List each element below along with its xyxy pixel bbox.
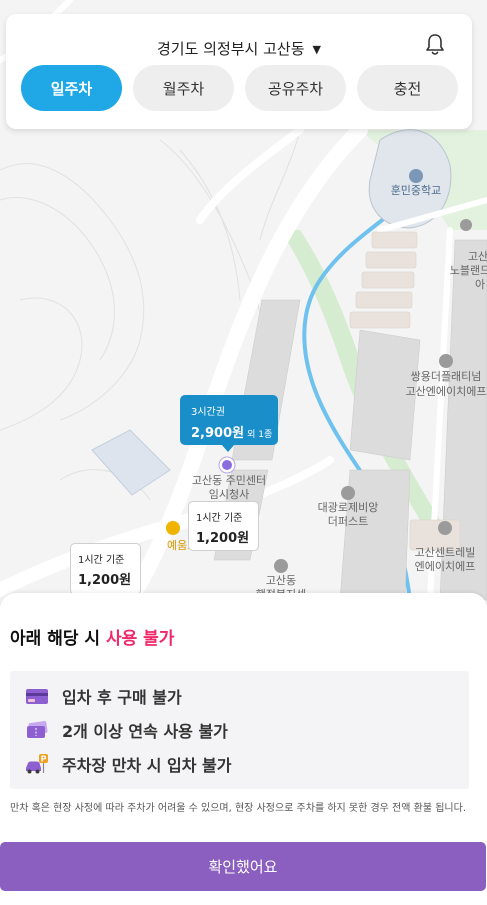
map-label-apt: 아	[475, 278, 485, 291]
marker-title: 1시간 기준	[196, 513, 243, 524]
map-label-daegwang: 더퍼스트	[328, 515, 368, 528]
map-label-ssangyong: 쌍용더플래티넘	[411, 370, 482, 383]
svg-text:P: P	[41, 755, 47, 764]
header-card: 경기도 의정부시 고산동 ▼ 일주차 월주차 공유주차 충전	[6, 14, 472, 129]
map-label-gosan: 고산동	[266, 574, 296, 587]
map-label-center: 임시청사	[209, 488, 249, 501]
tab-daily-parking[interactable]: 일주차	[21, 65, 122, 111]
sheet-title-highlight: 사용 불가	[105, 629, 175, 649]
caret-down-icon: ▼	[312, 43, 321, 56]
rule-text: 입차 후 구매 불가	[62, 688, 182, 707]
list-item: 입차 후 구매 불가	[24, 684, 182, 708]
confirm-button[interactable]: 확인했어요	[0, 842, 486, 891]
sheet-title: 아래 해당 시 사용 불가	[10, 629, 175, 649]
marker-extra: 외 1종	[247, 430, 273, 440]
notice-text: 만차 혹은 현장 사정에 따라 주차가 어려울 수 있으며, 현장 사정으로 주…	[10, 803, 466, 814]
marker-price: 1,200원	[78, 573, 132, 588]
marker-price: 2,900원 외 1종	[191, 426, 273, 441]
rule-text: 2개 이상 연속 사용 불가	[62, 722, 228, 741]
bell-icon[interactable]	[424, 32, 446, 56]
map-label-school: 훈민중학교	[391, 184, 442, 197]
map-label-ssangyong: 고산엔에이치에프	[406, 385, 487, 398]
map-label-apt: 고산	[468, 250, 487, 263]
credit-card-icon	[26, 689, 48, 704]
tab-shared-parking[interactable]: 공유주차	[245, 65, 346, 111]
price-marker-primary[interactable]: 3시간권 2,900원 외 1종	[180, 395, 278, 452]
list-item: 2개 이상 연속 사용 불가	[24, 718, 228, 742]
map-label-centreville: 엔에이치에프	[415, 560, 476, 573]
restriction-list: 입차 후 구매 불가 2개 이상 연속 사용 불가 P 주차장 만차 시 입차 …	[10, 671, 469, 789]
location-label: 경기도 의정부시 고산동	[156, 40, 305, 58]
rule-text: 주차장 만차 시 입차 불가	[62, 756, 232, 775]
map-label-daegwang: 대광로제비앙	[318, 501, 379, 514]
price-marker-middle[interactable]: 1시간 기준 1,200원	[188, 501, 259, 551]
marker-title: 3시간권	[191, 407, 225, 418]
map-label-apt: 노블랜드	[450, 264, 487, 277]
parking-type-tabs: 일주차 월주차 공유주차 충전	[21, 65, 458, 111]
map-label-centreville: 고산센트레빌	[415, 546, 476, 559]
tab-charging[interactable]: 충전	[357, 65, 458, 111]
tab-monthly-parking[interactable]: 월주차	[133, 65, 234, 111]
price-marker-left[interactable]: 1시간 기준 1,200원	[70, 543, 141, 595]
marker-title: 1시간 기준	[78, 555, 125, 566]
location-selector[interactable]: 경기도 의정부시 고산동 ▼	[6, 38, 472, 59]
marker-price: 1,200원	[196, 531, 250, 546]
restriction-bottom-sheet: 아래 해당 시 사용 불가 입차 후 구매 불가 2개 이상 연속 사용 불가 …	[0, 593, 487, 905]
tickets-icon	[27, 721, 48, 738]
list-item: P 주차장 만차 시 입차 불가	[24, 752, 231, 776]
car-parking-icon: P	[26, 754, 48, 774]
selected-location-icon	[218, 456, 236, 474]
marker-pointer	[221, 444, 235, 452]
map-label-center: 고산동 주민센터	[192, 474, 266, 487]
